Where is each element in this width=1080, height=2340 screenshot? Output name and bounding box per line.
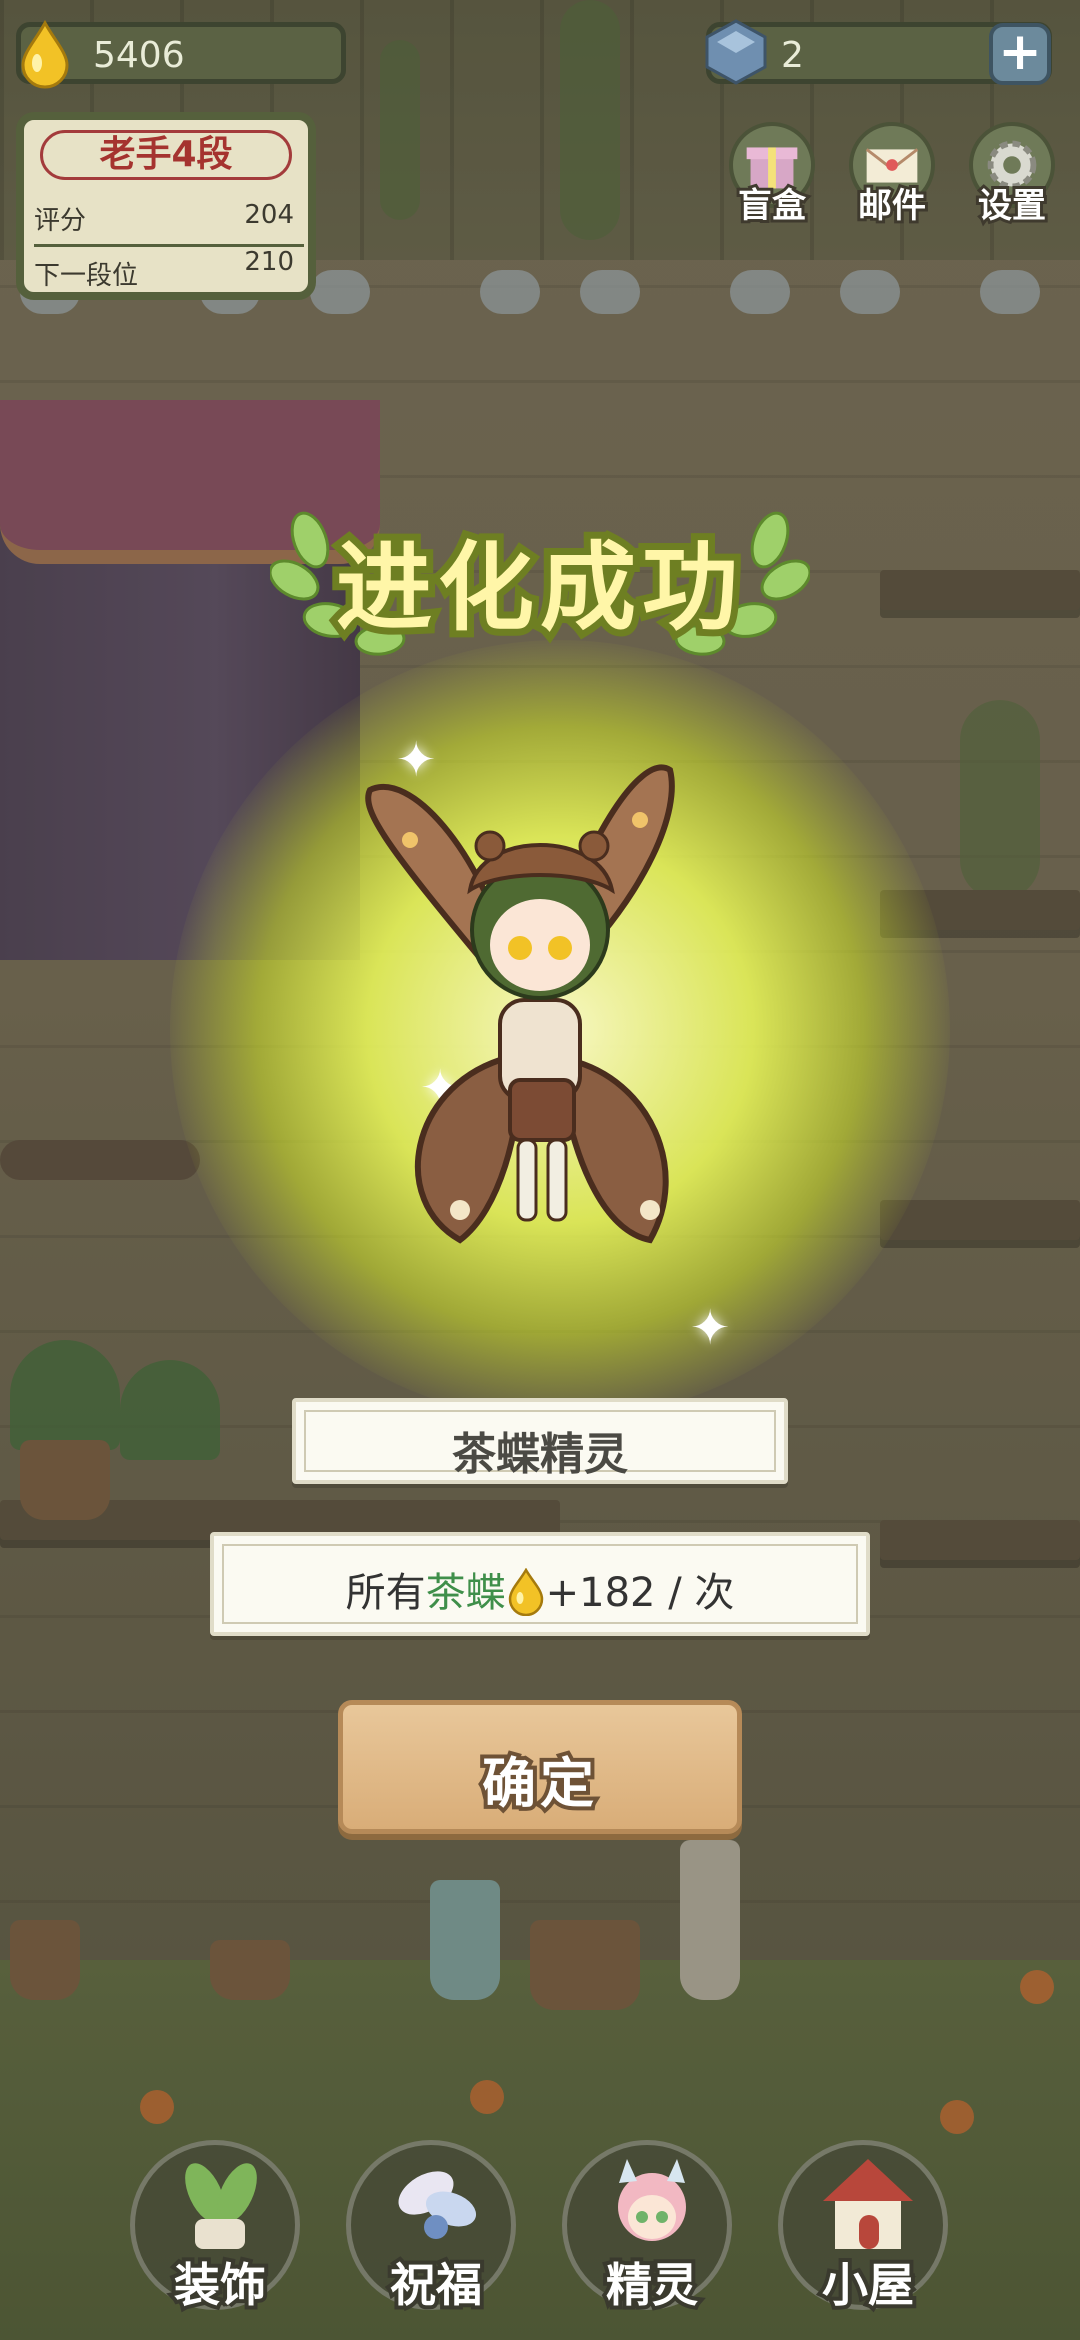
- mail-button[interactable]: 邮件: [842, 122, 942, 229]
- sparkle-icon: ✦: [690, 1300, 731, 1356]
- gem-amount: 2: [781, 35, 804, 76]
- rank-title: 老手4段: [40, 130, 292, 180]
- next-rank-label: 下一段位: [34, 261, 139, 291]
- reward-prefix: 所有: [345, 1570, 426, 1616]
- add-gems-button[interactable]: +: [989, 23, 1051, 85]
- spirit-name: 茶蝶精灵: [452, 1429, 628, 1480]
- water-drop-icon: [508, 1568, 543, 1616]
- blind-box-button[interactable]: 盲盒: [722, 122, 822, 229]
- reward-text: 所有茶蝶 +182 / 次: [214, 1560, 866, 1618]
- coin-counter: 5406: [16, 19, 346, 89]
- gem-counter: 2 +: [705, 19, 1052, 85]
- nav-house-label: 小屋: [818, 2254, 918, 2316]
- house-icon: [823, 2159, 913, 2249]
- coin-amount: 5406: [93, 35, 185, 76]
- spirit-icon: [618, 2159, 686, 2241]
- blind-box-label: 盲盒: [735, 183, 809, 229]
- score-row: 评分 204: [34, 200, 304, 237]
- nav-decorate-button[interactable]: 装饰: [130, 2140, 300, 2316]
- nav-house-button[interactable]: 小屋: [778, 2140, 948, 2316]
- next-rank-row: 下一段位 210: [34, 244, 304, 292]
- nav-decorate-label: 装饰: [170, 2254, 270, 2316]
- plant-pot-icon: [185, 2163, 257, 2249]
- settings-button[interactable]: 设置: [962, 122, 1062, 229]
- tea-butterfly-fairy-character: [365, 764, 675, 1244]
- confirm-button[interactable]: 确定: [338, 1700, 742, 1834]
- reward-highlight: 茶蝶: [425, 1570, 506, 1616]
- water-drop-icon: [21, 19, 69, 89]
- rank-card: 老手4段 评分 204 下一段位 210: [16, 112, 316, 300]
- evolution-title: 进化成功: [329, 525, 745, 651]
- next-rank-value: 210: [244, 247, 294, 277]
- nav-spirit-label: 精灵: [602, 2254, 702, 2316]
- spirit-name-plate: 茶蝶精灵: [292, 1398, 788, 1484]
- evolution-title-banner: 进化成功: [270, 480, 810, 660]
- score-label: 评分: [34, 206, 87, 236]
- mail-label: 邮件: [855, 183, 929, 229]
- nav-blessing-button[interactable]: 祝福: [346, 2140, 516, 2316]
- score-value: 204: [244, 200, 294, 230]
- reward-plate: 所有茶蝶 +182 / 次: [210, 1532, 870, 1636]
- nav-blessing-label: 祝福: [386, 2254, 486, 2316]
- confirm-label: 确定: [478, 1748, 598, 1819]
- blessing-icon: [398, 2171, 477, 2239]
- settings-label: 设置: [975, 183, 1049, 229]
- gem-icon: [705, 19, 767, 85]
- nav-spirit-button[interactable]: 精灵: [562, 2140, 732, 2316]
- reward-suffix: +182 / 次: [545, 1570, 735, 1616]
